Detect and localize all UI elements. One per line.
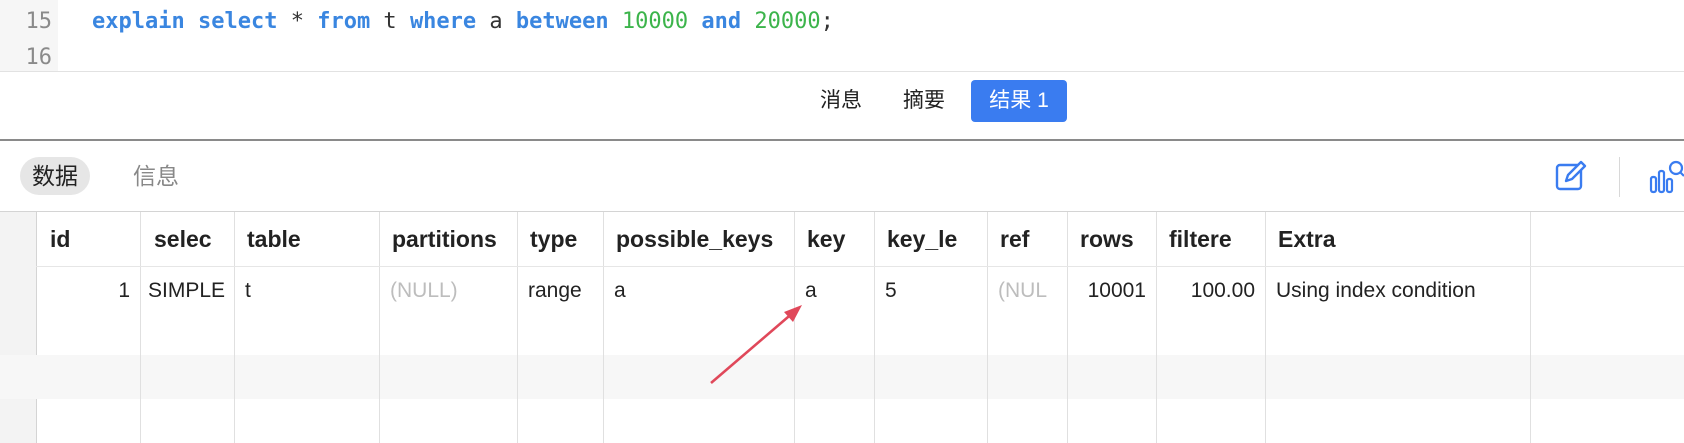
column-header[interactable]: possible_keys [604, 212, 794, 266]
column-header[interactable]: key [795, 212, 874, 266]
cell-possible-keys[interactable]: a [604, 266, 794, 316]
sql-token: 10000 [621, 9, 689, 34]
column-header[interactable]: table [235, 212, 378, 266]
column-header[interactable]: filtere [1157, 212, 1265, 266]
data-view-toggle[interactable]: 数据 [20, 157, 90, 195]
cell-extra[interactable]: Using index condition [1266, 266, 1530, 316]
cell-rows[interactable]: 10001 [1068, 266, 1156, 316]
tab-summary[interactable]: 摘要 [888, 80, 960, 122]
cell-partitions[interactable]: (NULL) [380, 266, 517, 316]
column-header[interactable]: Extra [1266, 212, 1530, 266]
sql-token: select [197, 9, 278, 34]
sql-token: where [409, 9, 477, 34]
sql-token: t [370, 9, 410, 34]
cell-select-type[interactable]: SIMPLE [142, 266, 234, 316]
column-divider[interactable] [140, 212, 141, 443]
column-header[interactable]: selec [142, 212, 234, 266]
sql-token: * [277, 9, 318, 34]
sql-token: between [515, 9, 609, 34]
result-toolbar: 数据 信息 [0, 141, 1684, 211]
sql-token: and [701, 9, 742, 34]
cell-key-len[interactable]: 5 [875, 266, 987, 316]
cell-ref[interactable]: (NUL [988, 266, 1067, 316]
line-number: 15 [25, 9, 53, 34]
column-header[interactable]: key_le [875, 212, 987, 266]
sql-code[interactable]: explain select * from t where a between … [92, 5, 834, 39]
column-header[interactable]: partitions [380, 212, 517, 266]
info-view-toggle[interactable]: 信息 [121, 157, 191, 195]
editor-line-15[interactable]: 15 explain select * from t where a betwe… [0, 5, 834, 39]
column-header[interactable]: type [518, 212, 603, 266]
column-header[interactable]: ref [988, 212, 1067, 266]
column-divider[interactable] [1530, 212, 1531, 443]
column-header[interactable]: rows [1068, 212, 1156, 266]
sql-token: explain [92, 9, 185, 34]
tab-messages[interactable]: 消息 [806, 80, 876, 122]
result-tabs: 消息 摘要 结果 1 [0, 80, 1684, 124]
row-header-column[interactable] [0, 212, 37, 443]
empty-row-stripe [0, 355, 1684, 399]
cell-table[interactable]: t [235, 266, 378, 316]
edit-icon[interactable] [1554, 159, 1588, 198]
sql-token: ; [820, 9, 834, 34]
results-grid[interactable]: id selec table partitions type possible_… [0, 211, 1684, 443]
cell-key[interactable]: a [795, 266, 874, 316]
sql-editor[interactable]: 15 explain select * from t where a betwe… [0, 0, 1684, 72]
cell-filtered[interactable]: 100.00 [1157, 266, 1265, 316]
sql-token: from [317, 9, 371, 34]
chart-search-icon[interactable] [1648, 159, 1684, 200]
cell-type[interactable]: range [518, 266, 603, 316]
tab-result-1[interactable]: 结果 1 [971, 80, 1067, 122]
cell-id[interactable]: 1 [38, 266, 140, 316]
line-number: 16 [25, 45, 53, 70]
sql-token: 20000 [754, 9, 821, 34]
editor-line-16[interactable]: 16 [0, 41, 53, 75]
toolbar-divider [1619, 157, 1620, 197]
sql-token: a [476, 9, 516, 34]
column-header[interactable]: id [38, 212, 140, 266]
